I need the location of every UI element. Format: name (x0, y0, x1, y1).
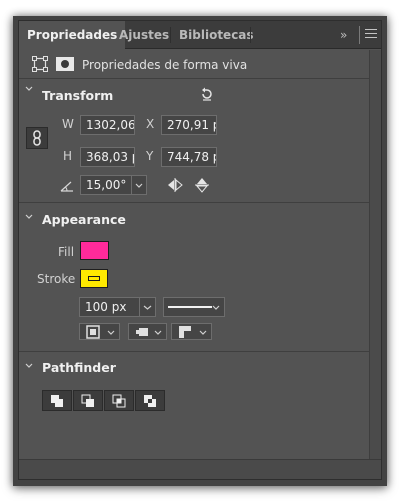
stroke-width-dropdown[interactable] (139, 297, 156, 317)
panel-bottom-bar (19, 459, 381, 479)
transform-bounds-icon[interactable] (31, 56, 49, 72)
chevron-down-icon (212, 305, 220, 310)
stroke-indicator (88, 276, 100, 281)
tab-ajustes[interactable]: Ajustes (111, 21, 177, 49)
pathfinder-buttons (42, 390, 166, 411)
exclude-overlapping-icon[interactable] (135, 390, 165, 411)
x-label: X (146, 117, 155, 131)
stroke-corners-icon (179, 326, 191, 338)
appearance-title: Appearance (42, 212, 126, 227)
fill-label: Fill (58, 245, 75, 259)
link-dimensions-icon[interactable] (26, 127, 48, 149)
scrollbar[interactable] (369, 50, 381, 479)
chevron-down-icon[interactable] (25, 362, 33, 370)
chevron-down-icon (107, 330, 115, 335)
reset-icon[interactable] (200, 87, 214, 101)
chevron-down-icon[interactable] (25, 85, 33, 93)
chevron-down-icon (199, 330, 207, 335)
chevron-down-icon[interactable] (25, 213, 33, 221)
y-label: Y (146, 149, 154, 163)
hamburger-icon[interactable] (365, 29, 377, 41)
flip-horizontal-icon[interactable] (166, 178, 184, 192)
appearance-header[interactable]: Appearance (19, 203, 381, 227)
pathfinder-section: Pathfinder (19, 352, 381, 427)
angle-field[interactable]: 15,00° (80, 175, 132, 195)
transform-title: Transform (42, 88, 114, 103)
stroke-caps-icon (136, 328, 148, 336)
h-label: H (63, 149, 73, 163)
pathfinder-header[interactable]: Pathfinder (19, 352, 381, 375)
tab-separator (250, 27, 251, 43)
height-field[interactable]: 368,03 p (80, 147, 135, 167)
flip-vertical-icon[interactable] (195, 176, 209, 194)
subtract-front-shape-icon[interactable] (73, 390, 103, 411)
pathfinder-title: Pathfinder (42, 360, 116, 375)
more-tabs-icon[interactable]: » (340, 27, 354, 43)
tab-bibliotecas[interactable]: Bibliotecas (171, 21, 262, 49)
w-label: W (62, 117, 74, 131)
tab-bar: Propriedades Ajustes Bibliotecas » (19, 21, 381, 50)
y-field[interactable]: 744,78 p (161, 147, 217, 167)
transform-section: Transform W 1302,06 X 270,91 p H 368,03 … (19, 79, 381, 203)
live-shape-label: Propriedades de forma viva (82, 58, 248, 72)
width-field[interactable]: 1302,06 (80, 115, 135, 135)
x-field[interactable]: 270,91 p (161, 115, 217, 135)
stroke-width-field[interactable]: 100 px (79, 297, 140, 317)
stroke-swatch[interactable] (80, 269, 108, 288)
chevron-down-icon (143, 305, 152, 310)
stroke-caps-dropdown[interactable] (128, 323, 167, 340)
properties-panel: Propriedades Ajustes Bibliotecas » Propr… (18, 20, 382, 480)
stroke-type-dropdown[interactable] (163, 297, 225, 317)
stroke-align-dropdown[interactable] (79, 323, 120, 340)
appearance-section: Appearance Fill Stroke 100 px (19, 203, 381, 352)
stroke-align-icon (86, 325, 100, 339)
solid-line-icon (168, 306, 212, 308)
stroke-corners-dropdown[interactable] (171, 323, 212, 340)
chevron-down-icon (154, 330, 162, 335)
fill-swatch[interactable] (80, 241, 109, 260)
tab-propriedades[interactable]: Propriedades (19, 21, 126, 50)
mask-icon[interactable] (56, 56, 74, 72)
stroke-label: Stroke (37, 272, 76, 286)
divider (359, 26, 360, 44)
intersect-shapes-icon[interactable] (104, 390, 134, 411)
live-shape-row: Propriedades de forma viva (19, 49, 381, 79)
angle-icon (60, 180, 74, 192)
chevron-down-icon (135, 183, 143, 188)
unite-shapes-icon[interactable] (42, 390, 72, 411)
angle-dropdown[interactable] (131, 175, 147, 195)
